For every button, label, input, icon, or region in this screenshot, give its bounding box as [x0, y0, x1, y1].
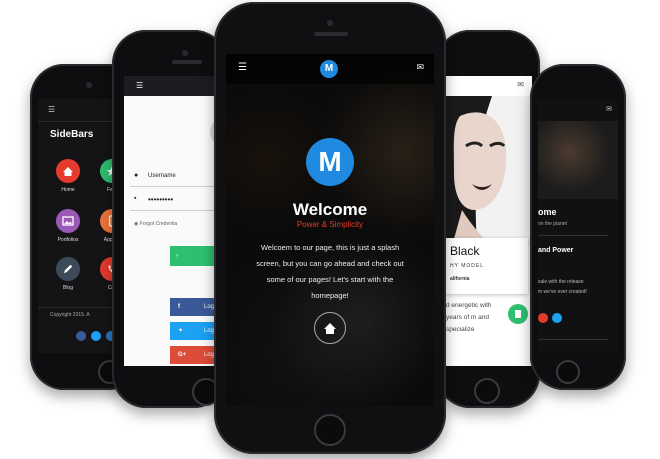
go-home-button[interactable] — [314, 312, 346, 344]
welcome-topbar: ☰ M ✉ — [226, 54, 434, 84]
dark-line-1: sale with the release — [538, 279, 584, 285]
welcome-body: Welcoem to our page, this is just a spla… — [256, 243, 404, 300]
logo-small: M — [320, 60, 338, 78]
dark-section-title: and Power — [538, 247, 574, 254]
facebook-icon[interactable] — [76, 331, 86, 341]
sidebar-item-label: Home — [61, 187, 75, 193]
dark-topbar: ✉ — [538, 99, 618, 122]
home-icon — [63, 167, 73, 176]
fab-button[interactable] — [508, 304, 528, 324]
mail-icon[interactable]: ✉ — [606, 105, 612, 113]
bio-text: d energetic with years of m and speciali… — [446, 302, 492, 333]
portrait-topbar: ✉ — [442, 76, 532, 97]
phone-login: ☰ ● Username ▪ ••••••••• ◉ Forgot Creden… — [112, 30, 228, 408]
speaker — [172, 60, 202, 64]
mail-icon[interactable]: ✉ — [517, 80, 524, 89]
card-location: alifornia — [450, 276, 470, 282]
portrait-screen: ✉ Black HY MODEL alifornia d energetic w… — [442, 76, 532, 366]
login-screen: ☰ ● Username ▪ ••••••••• ◉ Forgot Creden… — [124, 76, 228, 366]
menu-icon[interactable]: ☰ — [136, 81, 143, 90]
sidebar-title: SideBars — [50, 129, 94, 140]
phone-welcome: ☰ M ✉ M Welcome Power & Simplicity Welco… — [214, 2, 446, 454]
google-plus-icon: G+ — [178, 352, 187, 358]
profile-card: Black HY MODEL alifornia — [444, 238, 528, 294]
home-button[interactable] — [474, 378, 500, 404]
dark-heading: ome — [538, 207, 557, 217]
card-title: Black — [450, 244, 480, 258]
document-icon — [515, 310, 521, 318]
username-field[interactable]: ● Username — [130, 168, 226, 187]
front-camera — [327, 20, 333, 26]
sidebar-item-blog[interactable] — [56, 257, 80, 281]
user-icon: ● — [134, 172, 139, 179]
sidebar-item-label: Portfolios — [57, 237, 79, 243]
copyright-text: Copyright 2015. A — [50, 312, 90, 318]
header-photo — [538, 121, 618, 199]
logo-letter: M — [324, 63, 334, 74]
twitter-icon[interactable] — [91, 331, 101, 341]
logo-letter: M — [318, 146, 342, 177]
forgot-label: Forgot Credentia — [139, 221, 178, 227]
sidebar-item-label: Blog — [62, 285, 73, 291]
divider — [538, 339, 608, 340]
dark-line-2: m we've ever created! — [538, 289, 587, 295]
menu-icon[interactable]: ☰ — [48, 105, 55, 114]
dark-home-screen: ✉ ome on the planet and Power sale with … — [538, 99, 618, 353]
menu-icon[interactable]: ☰ — [238, 62, 247, 73]
dark-overlay — [226, 54, 434, 406]
front-camera — [86, 82, 92, 88]
twitter-icon: ✦ — [178, 328, 184, 334]
welcome-screen: ☰ M ✉ M Welcome Power & Simplicity Welco… — [226, 54, 434, 406]
home-button[interactable] — [314, 414, 346, 446]
twitter-icon[interactable] — [552, 313, 562, 323]
welcome-title: Welcome — [292, 200, 368, 219]
mail-icon[interactable]: ✉ — [416, 62, 424, 73]
forgot-link[interactable]: ◉ Forgot Credentia — [134, 221, 177, 227]
logo-large: M — [306, 138, 354, 186]
password-value: ••••••••• — [148, 195, 174, 204]
speaker — [314, 32, 348, 36]
card-subtitle: HY MODEL — [450, 263, 485, 269]
model-photo — [442, 96, 532, 246]
username-placeholder: Username — [148, 173, 176, 179]
login-topbar: ☰ — [124, 76, 228, 96]
password-field[interactable]: ▪ ••••••••• — [130, 192, 226, 211]
lock-icon: ▪ — [134, 195, 137, 202]
divider — [538, 235, 608, 236]
welcome-subtitle: Power & Simplicity — [296, 220, 364, 229]
sidebar-item-home[interactable] — [56, 159, 80, 183]
phone-portrait: ✉ Black HY MODEL alifornia d energetic w… — [436, 30, 540, 408]
sidebar-item-portfolios[interactable] — [56, 209, 80, 233]
eye-icon: ◉ — [134, 221, 139, 227]
arrow-right-icon: › — [176, 253, 178, 259]
pencil-icon — [64, 264, 73, 273]
share-icon[interactable] — [538, 313, 548, 323]
dark-subheading: on the planet — [538, 221, 567, 227]
facebook-icon: f — [178, 304, 180, 310]
phone-dark-home: ✉ ome on the planet and Power sale with … — [530, 64, 626, 390]
home-icon — [324, 323, 336, 334]
front-camera — [182, 50, 188, 56]
home-button[interactable] — [556, 360, 580, 384]
image-icon — [62, 216, 74, 226]
